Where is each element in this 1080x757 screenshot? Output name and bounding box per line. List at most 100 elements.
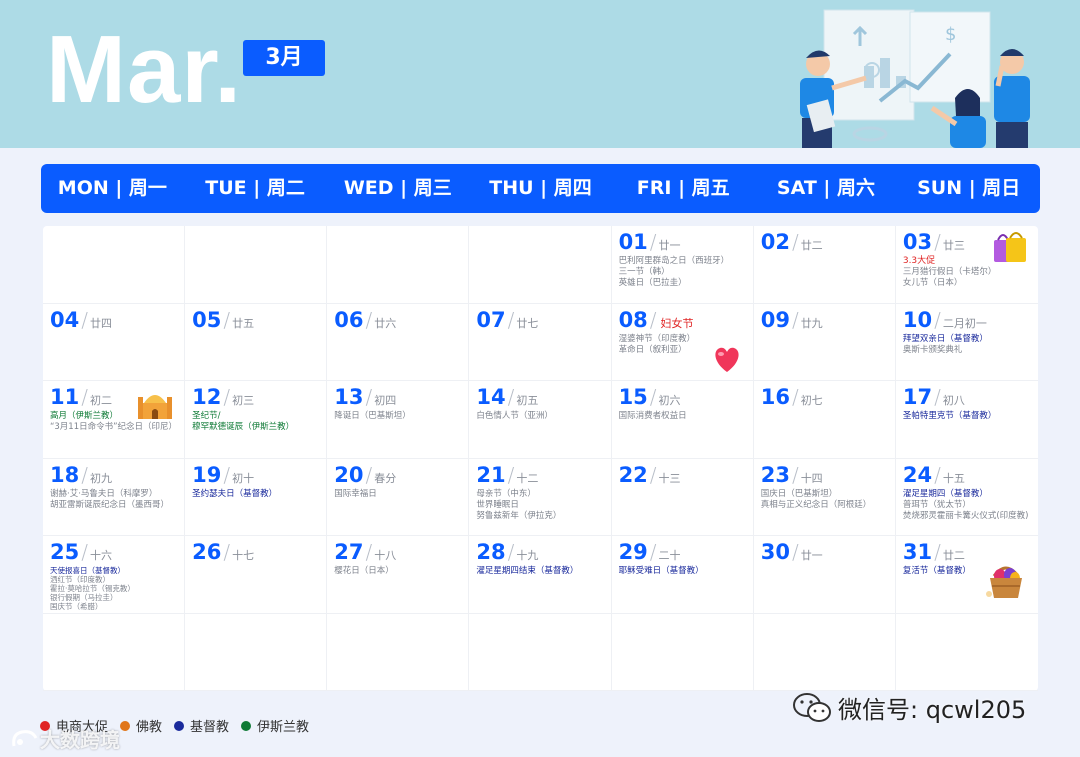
day-number: 06 [334, 307, 364, 332]
day-number: 31 [902, 540, 933, 564]
slash-divider: / [365, 540, 373, 564]
slash-divider: / [507, 385, 515, 409]
event-item: 国际消费者权益日 [618, 411, 687, 421]
event-item: 银行假期（马拉圭） [50, 593, 118, 602]
empty-day-cell [185, 226, 328, 304]
weekday-label: SAT | 周六 [776, 177, 875, 199]
slash-divider: / [649, 540, 657, 564]
slash-divider: / [507, 307, 515, 332]
lunar-date: 二十 [658, 549, 681, 562]
day-header: 17/初八 [903, 385, 1032, 411]
day-cell-18: 18/初九 谢赫·艾·马鲁夫日（科摩罗） 胡亚雷斯诞辰纪念日（墨西哥） [43, 458, 186, 536]
event-item: 濯足星期四结束（基督教） [476, 566, 579, 576]
slash-divider: / [649, 385, 657, 409]
day-cell-11: 11/初二 高月（伊斯兰教） “3月11日命令书”纪念日（印尼） [43, 381, 186, 459]
day-header: 06/廿六 [334, 308, 462, 334]
slash-divider: / [223, 462, 231, 487]
day-number: 10 [902, 307, 933, 332]
day-cell-04: 04/廿四 [43, 303, 186, 381]
weekday-label: SUN | 周日 [917, 177, 1021, 199]
lunar-date: 廿七 [516, 316, 539, 330]
day-cell-09: 09/廿九 [753, 303, 896, 381]
lunar-date: 廿一 [658, 239, 681, 252]
day-number: 14 [476, 385, 506, 409]
lunar-date: 初四 [374, 394, 397, 407]
day-number: 20 [334, 462, 364, 487]
empty-day-cell [327, 613, 470, 691]
lunar-date: 十六 [89, 549, 112, 562]
watermark-left-text: 大数跨境 [40, 728, 120, 752]
legend-dot [241, 720, 252, 731]
lunar-date: 廿四 [89, 316, 112, 330]
event-item: 英雄日（巴拉圭） [618, 278, 687, 288]
day-header: 04/廿四 [50, 308, 178, 334]
event-item: 穆罕默德诞辰（伊斯兰教） [192, 422, 295, 432]
event-item: 国际幸福日 [334, 488, 377, 499]
day-cell-14: 14/初五 白色情人节（亚洲） [469, 381, 612, 459]
day-header: 20/春分 [334, 463, 462, 489]
event-item: 圣纪节/ [192, 411, 221, 421]
lunar-date: 廿三 [942, 239, 965, 252]
event-item: 国庆节（希腊） [50, 602, 103, 611]
day-header: 29/二十 [619, 540, 747, 566]
slash-divider: / [365, 462, 373, 487]
lunar-date: 十七 [232, 549, 255, 562]
empty-day-cell [43, 226, 186, 304]
shopping-bags-icon [990, 230, 1030, 270]
day-cell-30: 30/廿一 [753, 536, 896, 614]
day-header: 18/初九 [50, 463, 178, 489]
slash-divider: / [365, 307, 373, 332]
wechat-icon [793, 692, 831, 722]
day-cell-29: 29/二十 耶稣受难日（基督教） [611, 536, 754, 614]
slash-divider: / [223, 307, 231, 332]
lunar-date: 十三 [658, 471, 681, 485]
empty-day-cell [43, 613, 186, 691]
mosque-icon [136, 385, 174, 425]
day-header: 27/十八 [334, 540, 462, 566]
day-header: 07/廿七 [476, 308, 604, 334]
day-cell-15: 15/初六 国际消费者权益日 [611, 381, 754, 459]
month-badge: 3月 [243, 40, 325, 76]
lunar-date: 廿二 [942, 549, 965, 562]
day-number: 22 [618, 462, 648, 487]
day-header: 02/廿二 [761, 230, 889, 256]
day-header: 15/初六 [619, 385, 747, 411]
event-item: 国庆日（巴基斯坦） [760, 488, 838, 499]
weekday-label: THU | 周四 [489, 177, 592, 199]
lunar-date: 廿六 [374, 316, 397, 330]
brand-logo-icon [12, 729, 38, 746]
legend-item: 伊斯兰教 [241, 716, 309, 735]
day-cell-20: 20/春分 国际幸福日 [327, 458, 470, 536]
day-number: 12 [192, 385, 222, 409]
slash-divider: / [934, 462, 941, 487]
slash-divider: / [507, 540, 515, 564]
heart-icon [711, 344, 743, 378]
event-item: 三一节（韩） [618, 267, 670, 277]
slash-divider: / [791, 540, 799, 564]
legend-label: 基督教 [190, 720, 230, 735]
lunar-date: 春分 [374, 471, 397, 485]
day-number: 18 [50, 462, 80, 487]
event-item: 圣约瑟夫日（基督教） [192, 488, 278, 499]
event-item: 圣帕特里克节（基督教） [902, 411, 997, 421]
lunar-date: 初八 [942, 394, 965, 407]
day-cell-28: 28/十九 濯足星期四结束（基督教） [469, 536, 612, 614]
day-header: 09/廿九 [761, 308, 889, 334]
event-item: 耶稣受难日（基督教） [618, 566, 704, 576]
header-banner: Mar. 3月 $ [0, 0, 1080, 148]
day-header: 12/初三 [192, 385, 320, 411]
day-number: 19 [192, 462, 222, 487]
empty-day-cell [469, 613, 612, 691]
empty-day-cell [611, 613, 754, 691]
lunar-date: 廿二 [800, 239, 823, 252]
event-item: 奥斯卡颁奖典礼 [902, 344, 963, 355]
lunar-date: 十八 [374, 549, 397, 562]
lunar-date: 初九 [89, 471, 112, 485]
event-item: 普珥节（犹太节） [902, 499, 971, 510]
watermark-left: 大数跨境 [10, 724, 120, 753]
legend-item: 基督教 [174, 716, 229, 735]
slash-divider: / [223, 540, 231, 564]
day-number: 30 [760, 540, 790, 564]
watermark-right-text: 微信号: qcwl205 [838, 696, 1027, 724]
day-number: 21 [476, 462, 506, 487]
